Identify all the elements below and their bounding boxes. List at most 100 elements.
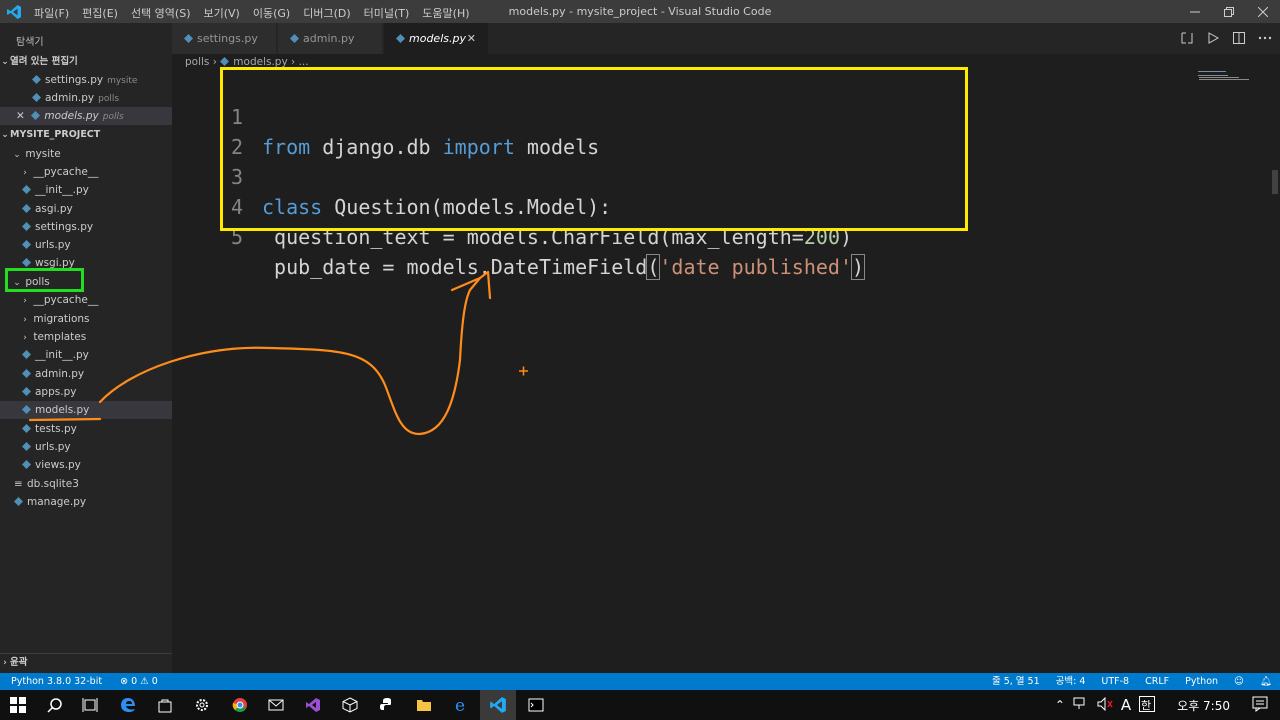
window-controls (1178, 0, 1280, 23)
file-explorer-icon[interactable] (414, 695, 434, 715)
project-header[interactable]: ⌄MYSITE_PROJECT (0, 126, 172, 144)
folder-mysite[interactable]: ⌄ mysite (0, 145, 172, 163)
terminal-cmd-icon[interactable] (526, 695, 546, 715)
feedback-smiley-icon[interactable]: ☺ (1234, 673, 1244, 690)
folder-migrations[interactable]: › migrations (0, 310, 172, 328)
menu-debug[interactable]: 디버그(D) (303, 5, 350, 21)
editor-tabs: settings.py admin.py models.py ✕ (172, 23, 1280, 54)
file-manage[interactable]: manage.py (0, 493, 172, 511)
file-asgi[interactable]: asgi.py (0, 200, 172, 218)
python-file-icon (22, 240, 31, 249)
edge-browser-icon[interactable] (118, 695, 138, 715)
menu-go[interactable]: 이동(G) (253, 5, 290, 21)
file-models[interactable]: models.py (0, 401, 172, 419)
folder-polls-pycache[interactable]: › __pycache__ (0, 291, 172, 309)
file-views[interactable]: views.py (0, 456, 172, 474)
chevron-right-icon: › (23, 333, 27, 343)
file-settings[interactable]: settings.py (0, 218, 172, 236)
open-editor-admin[interactable]: admin.py polls (0, 89, 172, 107)
close-window-button[interactable] (1246, 0, 1280, 23)
tab-admin[interactable]: admin.py (278, 23, 383, 54)
line-ending[interactable]: CRLF (1145, 673, 1169, 690)
cursor-crosshair-icon (519, 366, 528, 376)
outline-header[interactable]: › 윤곽 (0, 653, 172, 671)
status-right: 줄 5, 열 51 공백: 4 UTF-8 CRLF Python ☺ 🔔︎ (992, 673, 1272, 690)
folder-pycache[interactable]: › __pycache__ (0, 163, 172, 181)
indentation[interactable]: 공백: 4 (1056, 673, 1086, 690)
search-icon[interactable] (45, 695, 65, 715)
status-left: Python 3.8.0 32-bit ⊗ 0 ⚠ 0 (11, 673, 158, 690)
open-editors-header[interactable]: ⌄열려 있는 편집기 (0, 53, 172, 71)
python-file-icon (22, 405, 31, 414)
close-editor-icon[interactable]: ✕ (16, 107, 28, 125)
notifications-bell-icon[interactable]: 🔔︎ (1260, 673, 1272, 690)
volume-muted-icon[interactable] (1097, 696, 1113, 714)
task-view-icon[interactable] (80, 695, 100, 715)
scrollbar-thumb[interactable] (1272, 170, 1278, 194)
vscode-taskbar-icon[interactable] (480, 690, 516, 720)
close-icon (1258, 6, 1268, 17)
menu-help[interactable]: 도움말(H) (422, 5, 469, 21)
file-tests[interactable]: tests.py (0, 420, 172, 438)
menu-edit[interactable]: 편집(E) (82, 5, 118, 21)
chevron-up-icon[interactable]: ⌃ (1055, 698, 1065, 712)
store-icon[interactable] (155, 695, 175, 715)
tab-settings[interactable]: settings.py (172, 23, 277, 54)
vertical-scrollbar[interactable] (1270, 54, 1280, 673)
minimize-icon (1190, 11, 1200, 12)
ime-hangul-icon[interactable]: 한 (1139, 695, 1156, 715)
compare-changes-icon[interactable] (1180, 31, 1194, 45)
database-file-icon: ≡ (14, 478, 23, 490)
split-editor-icon[interactable] (1232, 31, 1246, 45)
file-init[interactable]: __init__.py (0, 181, 172, 199)
file-urls[interactable]: urls.py (0, 236, 172, 254)
problems-count[interactable]: ⊗ 0 ⚠ 0 (120, 676, 158, 687)
minimap[interactable] (1196, 70, 1266, 82)
python-interpreter[interactable]: Python 3.8.0 32-bit (11, 676, 102, 687)
visual-studio-icon[interactable] (303, 695, 323, 715)
python-file-icon (22, 442, 31, 451)
chevron-down-icon: ⌄ (13, 150, 21, 160)
chrome-icon[interactable] (230, 695, 250, 715)
windows-start-icon[interactable] (8, 695, 28, 715)
mail-icon[interactable] (266, 695, 286, 715)
settings-gear-icon[interactable] (192, 695, 212, 715)
network-icon[interactable] (1073, 697, 1089, 714)
restore-button[interactable] (1212, 0, 1246, 23)
encoding[interactable]: UTF-8 (1101, 673, 1129, 690)
cursor-position[interactable]: 줄 5, 열 51 (992, 673, 1040, 690)
run-icon[interactable] (1206, 31, 1220, 45)
file-polls-urls[interactable]: urls.py (0, 438, 172, 456)
file-db[interactable]: ≡ db.sqlite3 (0, 475, 172, 493)
status-bar: Python 3.8.0 32-bit ⊗ 0 ⚠ 0 줄 5, 열 51 공백… (0, 673, 1280, 690)
action-center-icon[interactable] (1252, 696, 1268, 715)
python-file-icon (22, 424, 31, 433)
file-admin[interactable]: admin.py (0, 365, 172, 383)
close-tab-icon[interactable]: ✕ (467, 23, 476, 54)
file-polls-init[interactable]: __init__.py (0, 346, 172, 364)
package-box-icon[interactable] (340, 695, 360, 715)
python-file-icon (22, 350, 31, 359)
python-file-icon (22, 369, 31, 378)
python-file-icon (22, 204, 31, 213)
file-apps[interactable]: apps.py (0, 383, 172, 401)
clock[interactable]: 오후 7:50 (1177, 697, 1230, 714)
internet-explorer-icon[interactable]: e (452, 695, 472, 715)
menu-view[interactable]: 보기(V) (203, 5, 239, 21)
open-editor-models[interactable]: ✕ models.py polls (0, 107, 172, 125)
minimize-button[interactable] (1178, 0, 1212, 23)
menu-terminal[interactable]: 터미널(T) (364, 5, 410, 21)
menu-file[interactable]: 파일(F) (34, 5, 69, 21)
folder-templates[interactable]: › templates (0, 328, 172, 346)
open-editor-settings[interactable]: settings.py mysite (0, 71, 172, 89)
tab-models[interactable]: models.py ✕ (384, 23, 489, 54)
python-file-icon (22, 387, 31, 396)
menu-selection[interactable]: 선택 영역(S) (131, 5, 191, 21)
breadcrumb-folder[interactable]: polls (185, 56, 209, 68)
more-actions-icon[interactable] (1258, 31, 1272, 45)
language-mode[interactable]: Python (1185, 673, 1218, 690)
explorer-sidebar: 탐색기 ⌄열려 있는 편집기 settings.py mysite admin.p… (0, 23, 172, 673)
python-app-icon[interactable] (377, 695, 397, 715)
ime-language[interactable]: A (1121, 696, 1131, 714)
code-highlight-box (220, 67, 968, 231)
